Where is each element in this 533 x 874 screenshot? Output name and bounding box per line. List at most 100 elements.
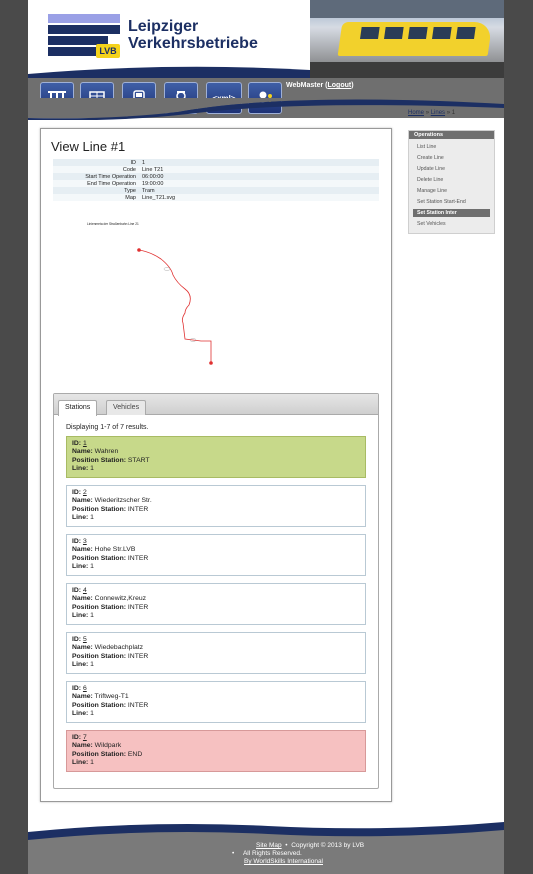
page: LVB Leipziger Verkehrsbetriebe WebMaster… — [28, 0, 504, 874]
detail-label: ID — [53, 159, 139, 166]
station-card: ID: 3 Name: Hohe Str.LVB Position Statio… — [66, 534, 366, 576]
logo-stripe — [48, 47, 98, 56]
detail-row: Start Time Operation 06:00:00 — [53, 173, 379, 180]
menu-item-create-line[interactable]: Create Line — [413, 154, 490, 162]
menu-item-set-station-start-end[interactable]: Set Station Start-End — [413, 198, 490, 206]
detail-row: End Time Operation 19:00:00 — [53, 180, 379, 187]
detail-label: Type — [53, 187, 139, 194]
detail-row: Code Line T21 — [53, 166, 379, 173]
station-position-row: Position Station: INTER — [72, 653, 360, 661]
station-position-row: Position Station: INTER — [72, 506, 360, 514]
detail-table: ID 1 Code Line T21 Start Time Operation 06:… — [53, 159, 379, 201]
station-id-link[interactable]: 7 — [83, 734, 87, 741]
station-id-link[interactable]: 3 — [83, 538, 87, 545]
tab-stations[interactable]: Stations — [58, 400, 98, 416]
tab-vehicles[interactable]: Vehicles — [106, 400, 147, 415]
station-position: START — [127, 456, 150, 464]
footer-bullet: • — [285, 842, 288, 849]
detail-value: Line T21 — [139, 166, 379, 173]
station-id-link[interactable]: 1 — [83, 440, 87, 447]
menu-item-manage-line[interactable]: Manage Line — [413, 187, 490, 195]
page-title: View Line #1 — [51, 139, 126, 154]
menu-item-list-line[interactable]: List Line — [413, 143, 490, 151]
lvb-logo[interactable]: LVB — [48, 14, 120, 58]
operations-title: Operations — [409, 131, 494, 139]
station-name-label: Name: — [72, 497, 93, 505]
breadcrumb-separator: » — [425, 110, 430, 116]
station-id-row: ID: 6 — [72, 685, 360, 693]
photo-window — [408, 27, 428, 39]
photo-tram — [337, 22, 493, 56]
station-position-row: Position Station: INTER — [72, 555, 360, 563]
station-name-label: Name: — [72, 595, 93, 603]
station-id-row: ID: 5 — [72, 636, 360, 644]
station-name-row: Name: Hohe Str.LVB — [72, 546, 360, 554]
station-name-label: Name: — [72, 448, 93, 456]
station-line-label: Line: — [72, 611, 89, 619]
station-id-label: ID: — [72, 685, 82, 692]
station-line-label: Line: — [72, 709, 89, 717]
station-position-row: Position Station: INTER — [72, 702, 360, 710]
station-position-row: Position Station: START — [72, 457, 360, 465]
logout-link[interactable]: Logout — [328, 82, 352, 89]
station-position-row: Position Station: END — [72, 751, 360, 759]
station-id-label: ID: — [72, 734, 82, 741]
footer-row: Site Map • Copyright © 2013 by LVB — [256, 842, 364, 850]
station-name-row: Name: Wiederitzscher Str. — [72, 497, 360, 505]
station-name-row: Name: Connewitz,Kreuz — [72, 595, 360, 603]
station-line: 1 — [90, 513, 94, 521]
station-id-row: ID: 4 — [72, 587, 360, 595]
detail-row: Type Tram — [53, 187, 379, 194]
station-name: Connewitz,Kreuz — [94, 595, 147, 603]
logo-stripe — [48, 25, 120, 34]
menu-item-set-station-inter[interactable]: Set Station Inter — [413, 209, 490, 217]
station-line-row: Line: 1 — [72, 563, 360, 571]
station-id-row: ID: 3 — [72, 538, 360, 546]
brand-line-1: Leipziger — [128, 18, 199, 35]
station-position-label: Position Station: — [72, 456, 126, 464]
station-line-label: Line: — [72, 562, 89, 570]
photo-window — [360, 27, 380, 39]
station-id-link[interactable]: 4 — [83, 587, 87, 594]
photo-window — [456, 27, 476, 39]
station-line-row: Line: 1 — [72, 465, 360, 473]
station-id-row: ID: 2 — [72, 489, 360, 497]
station-id-link[interactable]: 5 — [83, 636, 87, 643]
station-line-label: Line: — [72, 660, 89, 668]
detail-value: 06:00:00 — [139, 173, 379, 180]
nav-wave — [28, 98, 504, 120]
breadcrumb: Home » Lines » 1 — [408, 110, 455, 116]
station-position-label: Position Station: — [72, 505, 126, 513]
header-wave — [28, 66, 310, 80]
station-name-row: Name: Triftweg-T1 — [72, 693, 360, 701]
footer-copyright: Copyright © 2013 by LVB — [291, 842, 365, 849]
menu-item-update-line[interactable]: Update Line — [413, 165, 490, 173]
menu-item-set-vehicles[interactable]: Set Vehicles — [413, 220, 490, 228]
station-id-label: ID: — [72, 440, 82, 447]
station-position-label: Position Station: — [72, 652, 126, 660]
menu-item-delete-line[interactable]: Delete Line — [413, 176, 490, 184]
station-line: 1 — [90, 758, 94, 766]
station-line-row: Line: 1 — [72, 759, 360, 767]
footer-sitemap-link[interactable]: Site Map — [256, 842, 282, 849]
station-position: INTER — [127, 701, 149, 709]
station-card: ID: 4 Name: Connewitz,Kreuz Position Sta… — [66, 583, 366, 625]
station-name-label: Name: — [72, 644, 93, 652]
photo-rails — [310, 62, 504, 78]
photo-roof — [310, 0, 504, 18]
station-id-label: ID: — [72, 636, 82, 643]
station-id-link[interactable]: 6 — [83, 685, 87, 692]
detail-label: Start Time Operation — [53, 173, 139, 180]
map-caption: Linienmeta der Straßenbahn Line 21 — [87, 222, 139, 226]
footer-bullet: • — [232, 850, 235, 857]
station-position: END — [127, 750, 143, 758]
breadcrumb-lines[interactable]: Lines — [431, 110, 445, 116]
user-box: WebMaster (Logout) — [286, 82, 354, 89]
station-name: Wahren — [94, 448, 119, 456]
breadcrumb-home[interactable]: Home — [408, 110, 424, 116]
station-id-link[interactable]: 2 — [83, 489, 87, 496]
station-name: Hohe Str.LVB — [94, 546, 136, 554]
station-id-label: ID: — [72, 538, 82, 545]
footer-worldskills-link[interactable]: By WorldSkills International — [244, 858, 323, 865]
results-summary: Displaying 1-7 of 7 results. — [66, 424, 149, 431]
